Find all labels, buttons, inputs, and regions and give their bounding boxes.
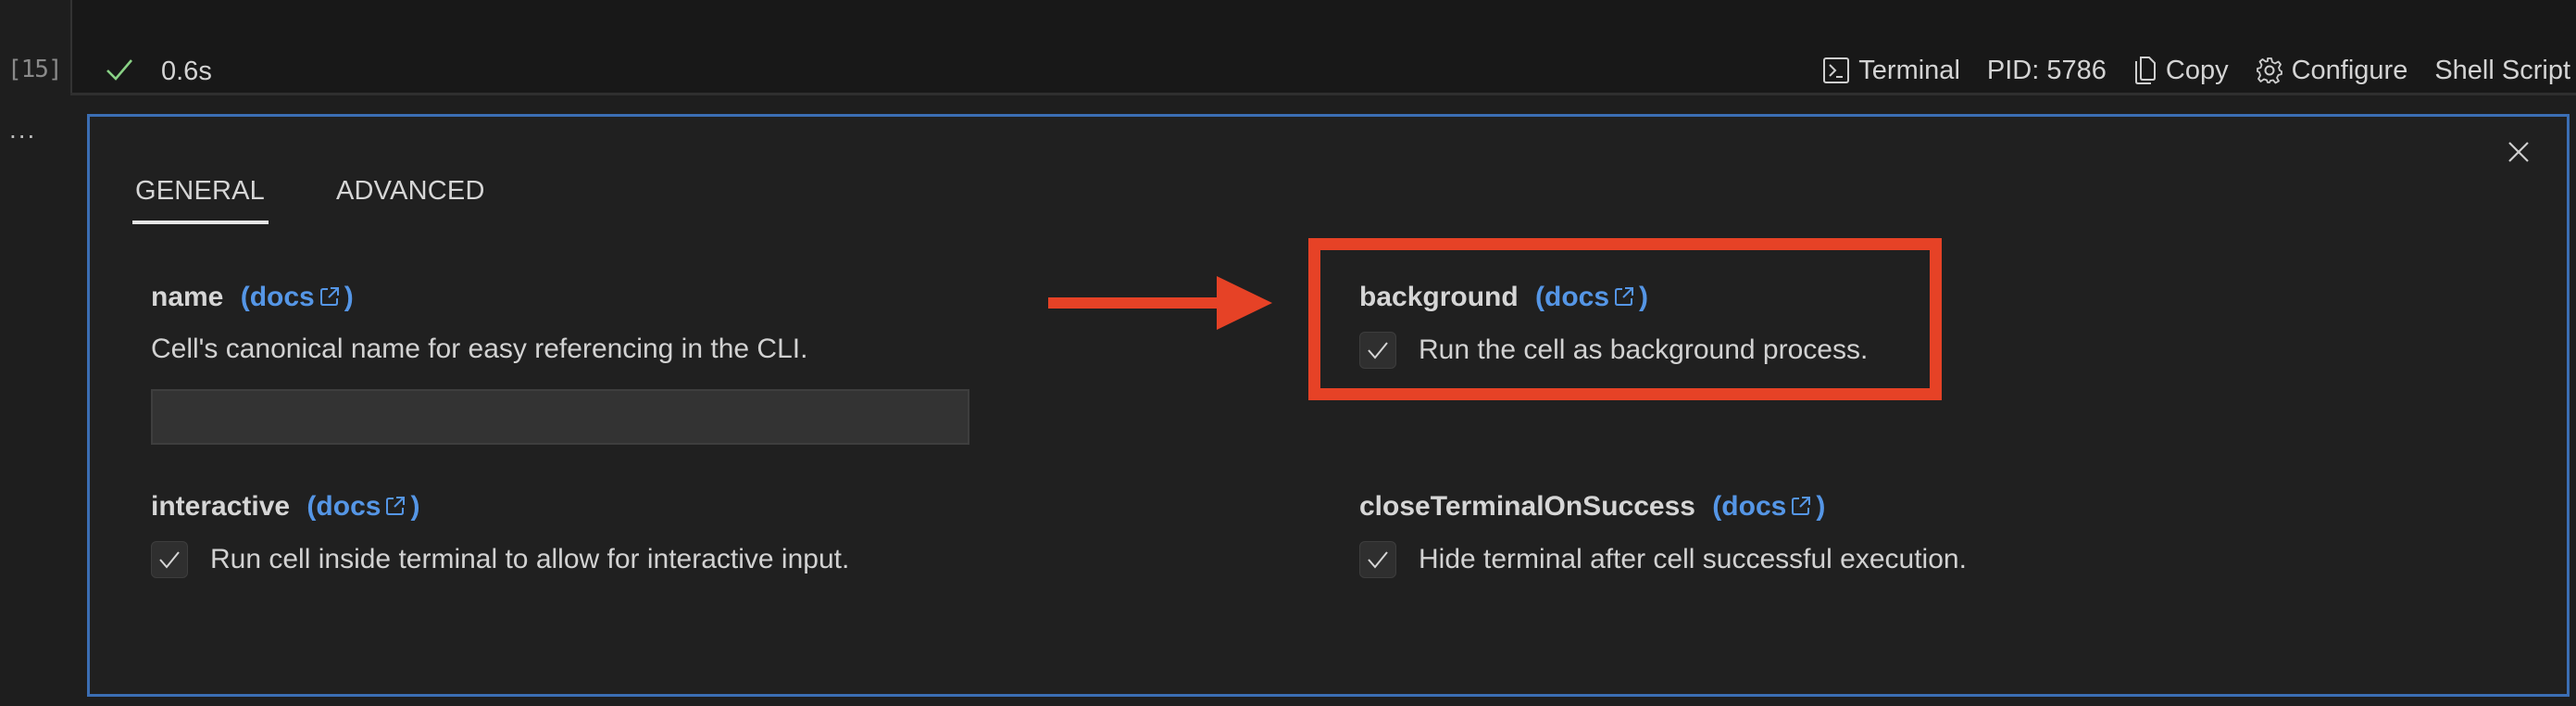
annotation-highlight-box [1308, 238, 1942, 400]
configure-button[interactable]: Configure [2256, 55, 2408, 86]
name-description: Cell's canonical name for easy referenci… [151, 334, 808, 364]
close-terminal-label: closeTerminalOnSuccess [1359, 491, 1695, 522]
interactive-checkbox-label: Run cell inside terminal to allow for in… [210, 544, 850, 574]
docs-link-close: ) [1816, 491, 1826, 522]
docs-link-close: ) [344, 282, 354, 312]
execution-duration: 0.6s [161, 57, 212, 86]
terminal-icon [1823, 57, 1850, 83]
cell-config-panel: GENERAL ADVANCED name (docs) Cell's cano… [87, 114, 2570, 697]
terminal-label: Terminal [1858, 55, 1960, 85]
more-actions-button[interactable]: ... [9, 115, 36, 145]
close-terminal-checkbox[interactable] [1359, 541, 1396, 578]
name-label: name [151, 282, 224, 312]
close-terminal-checkbox-label: Hide terminal after cell successful exec… [1419, 544, 1967, 574]
docs-link[interactable]: (docs) [306, 491, 419, 522]
interactive-label: interactive [151, 491, 291, 522]
docs-link-close: ) [410, 491, 420, 522]
docs-link[interactable]: (docs) [241, 282, 354, 312]
interactive-checkbox[interactable] [151, 541, 188, 578]
execution-count: [15] [7, 56, 63, 83]
docs-link-text: (docs [1712, 491, 1787, 522]
docs-link[interactable]: (docs) [1712, 491, 1825, 522]
field-close-terminal-on-success: closeTerminalOnSuccess (docs) Hide termi… [1359, 491, 1967, 578]
copy-icon [2134, 57, 2156, 84]
field-label: interactive (docs) [151, 491, 849, 523]
copy-label: Copy [2165, 55, 2229, 85]
checkmark-icon [1368, 551, 1388, 569]
tab-general[interactable]: GENERAL [132, 176, 269, 224]
terminal-button[interactable]: Terminal [1822, 56, 1960, 86]
checkmark-icon [159, 551, 180, 569]
check-icon [106, 59, 132, 81]
gear-icon [2256, 57, 2282, 84]
pid-label: PID: 5786 [1986, 55, 2107, 85]
close-terminal-option: Hide terminal after cell successful exec… [1359, 541, 1967, 578]
field-label: name (docs) [151, 282, 807, 313]
name-input[interactable] [151, 389, 969, 445]
copy-button[interactable]: Copy [2133, 56, 2229, 86]
external-link-icon [386, 497, 406, 515]
close-icon[interactable] [2506, 139, 2532, 165]
docs-link-text: (docs [240, 282, 315, 312]
configure-label: Configure [2291, 55, 2408, 85]
docs-link-text: (docs [306, 491, 381, 522]
external-link-icon [319, 287, 339, 306]
field-name: name (docs) Cell's canonical name for ea… [151, 282, 807, 365]
cell-toolbar: Terminal PID: 5786 Copy Configure Shell … [1795, 54, 2570, 87]
field-label: closeTerminalOnSuccess (docs) [1359, 491, 1967, 523]
external-link-icon [1792, 497, 1811, 515]
annotation-arrow-icon [1048, 276, 1272, 330]
tab-advanced[interactable]: ADVANCED [336, 176, 485, 207]
language-selector[interactable]: Shell Script [2434, 56, 2570, 86]
field-interactive: interactive (docs) Run cell inside termi… [151, 491, 849, 578]
cell-divider [70, 93, 2576, 95]
interactive-option: Run cell inside terminal to allow for in… [151, 541, 849, 578]
